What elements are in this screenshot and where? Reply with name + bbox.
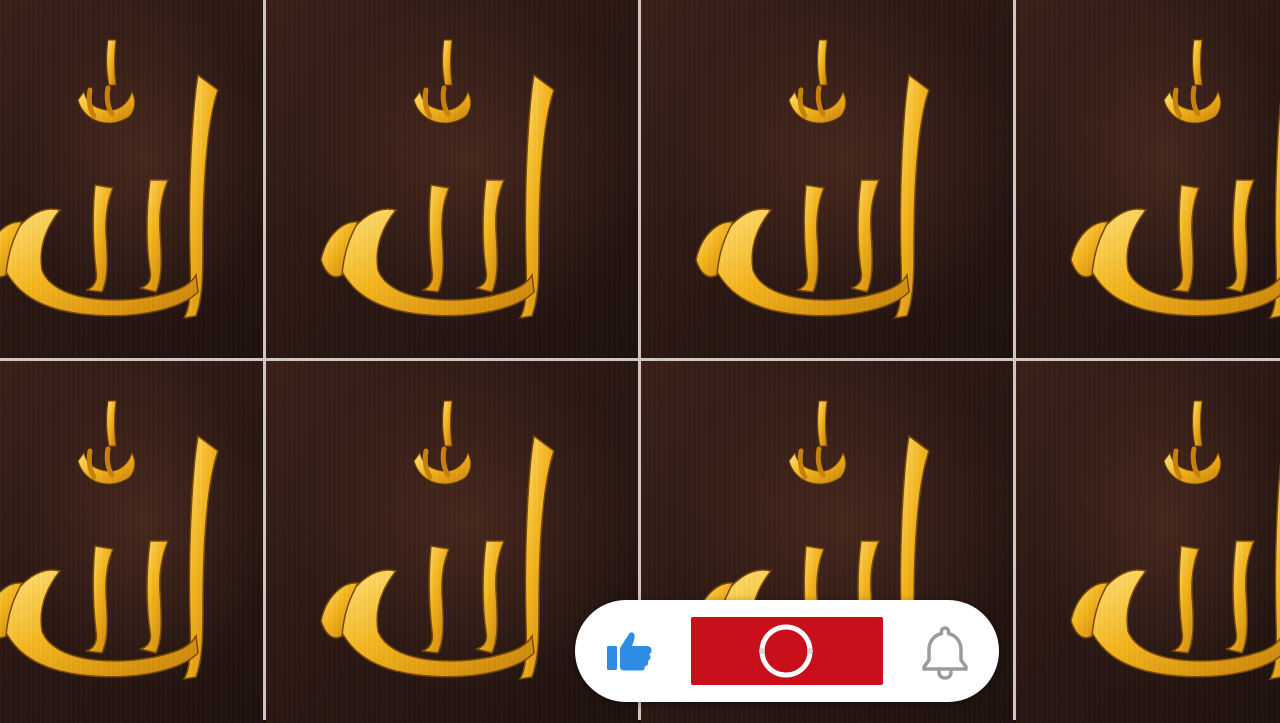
- notification-bell-button[interactable]: [919, 624, 971, 680]
- subscribe-button[interactable]: [691, 617, 883, 685]
- allah-calligraphy-image: [1046, 30, 1280, 330]
- calligraphy-tile: [1016, 0, 1280, 358]
- thumbs-up-icon: [607, 632, 652, 671]
- calligraphy-tile: [0, 361, 263, 723]
- calligraphy-tile: [1016, 361, 1280, 723]
- ring-icon: [759, 624, 813, 678]
- allah-calligraphy-image: [1046, 391, 1280, 691]
- like-button[interactable]: [605, 628, 655, 674]
- subscribe-action-bar: [575, 600, 999, 702]
- allah-calligraphy-image: [671, 30, 971, 330]
- bell-icon: [922, 626, 968, 680]
- allah-calligraphy-image: [0, 391, 260, 691]
- allah-calligraphy-image: [296, 30, 596, 330]
- calligraphy-tile: [0, 0, 263, 358]
- calligraphy-tile: [641, 0, 1013, 358]
- allah-calligraphy-image: [296, 391, 596, 691]
- allah-calligraphy-image: [0, 30, 260, 330]
- calligraphy-tile: [266, 0, 638, 358]
